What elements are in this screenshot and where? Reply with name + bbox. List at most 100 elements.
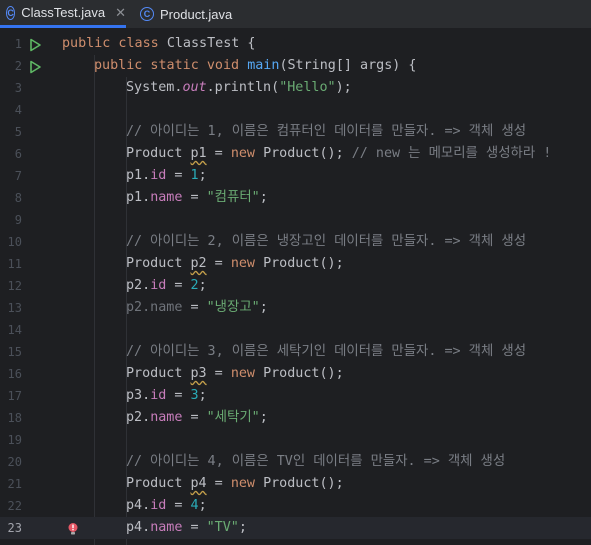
code-line-8[interactable]: 8 p1.name = "컴퓨터"; <box>0 187 591 209</box>
code-token: new <box>230 146 264 161</box>
code-line-22[interactable]: 22 p4.id = 4; <box>0 495 591 517</box>
line-number: 9 <box>14 213 22 227</box>
code-token: = <box>166 498 191 513</box>
code-line-15[interactable]: 15 // 아이디는 3, 이름은 세탁기인 데이터를 만들자. => 객체 생성 <box>0 341 591 363</box>
code-line-20[interactable]: 20 // 아이디는 4, 이름은 TV인 데이터를 만들자. => 객체 생성 <box>0 451 591 473</box>
code-text[interactable]: // 아이디는 3, 이름은 세탁기인 데이터를 만들자. => 객체 생성 <box>126 341 526 363</box>
code-token: // 아이디는 2, 이름은 냉장고인 데이터를 만들자. => 객체 생성 <box>126 234 527 249</box>
code-text[interactable]: p3.id = 3; <box>126 385 207 407</box>
code-line-12[interactable]: 12 p2.id = 2; <box>0 275 591 297</box>
code-token: 1 <box>190 168 199 183</box>
code-line-21[interactable]: 21 Product p4 = new Product(); <box>0 473 591 495</box>
code-line-2[interactable]: 2 public static void main(String[] args) … <box>0 55 591 77</box>
line-number: 17 <box>7 389 22 403</box>
code-text[interactable]: Product p3 = new Product(); <box>126 363 344 385</box>
code-token: name <box>150 520 183 535</box>
code-token: "TV" <box>206 520 239 535</box>
code-token: p3 <box>190 366 207 381</box>
line-number: 12 <box>7 279 22 293</box>
code-editor[interactable]: 1 public class ClassTest { 2 public static … <box>0 33 591 545</box>
code-token: main <box>247 58 280 73</box>
code-token: new <box>230 256 264 271</box>
line-number: 23 <box>7 521 22 535</box>
code-line-3[interactable]: 3 System.out.println("Hello"); <box>0 77 591 99</box>
code-token: id <box>150 278 167 293</box>
code-text[interactable]: p2.id = 2; <box>126 275 207 297</box>
java-class-icon: C <box>140 7 154 21</box>
code-text[interactable]: p1.id = 1; <box>126 165 207 187</box>
code-token: ; <box>198 388 207 403</box>
bulb-error-icon[interactable] <box>66 521 80 535</box>
code-text[interactable]: public class ClassTest { <box>62 33 256 55</box>
code-token: = <box>166 168 191 183</box>
code-text[interactable]: Product p2 = new Product(); <box>126 253 344 275</box>
code-token: ; <box>198 498 207 513</box>
code-text[interactable]: Product p4 = new Product(); <box>126 473 344 495</box>
run-icon[interactable] <box>28 37 42 52</box>
code-token: ; <box>198 278 207 293</box>
code-text[interactable]: p2.name = "세탁기"; <box>126 407 268 429</box>
code-line-19[interactable]: 19 <box>0 429 591 451</box>
code-token: ; <box>198 168 207 183</box>
code-text[interactable]: // 아이디는 2, 이름은 냉장고인 데이터를 만들자. => 객체 생성 <box>126 231 526 253</box>
code-line-23[interactable]: 23 p4.name = "TV"; <box>0 517 591 539</box>
code-text[interactable]: p4.id = 4; <box>126 495 207 517</box>
code-text[interactable]: p1.name = "컴퓨터"; <box>126 187 268 209</box>
code-line-9[interactable]: 9 <box>0 209 591 231</box>
code-line-4[interactable]: 4 <box>0 99 591 121</box>
code-line-6[interactable]: 6 Product p1 = new Product(); // new 는 메모… <box>0 143 591 165</box>
code-token: "세탁기" <box>206 410 260 425</box>
code-token: // 아이디는 4, 이름은 TV인 데이터를 만들자. => 객체 생성 <box>126 454 506 469</box>
code-text[interactable]: // 아이디는 4, 이름은 TV인 데이터를 만들자. => 객체 생성 <box>126 451 505 473</box>
code-token: p1. <box>126 168 151 183</box>
line-number: 4 <box>14 103 22 117</box>
code-line-18[interactable]: 18 p2.name = "세탁기"; <box>0 407 591 429</box>
code-text[interactable]: Product p1 = new Product(); // new 는 메모리… <box>126 143 551 165</box>
code-token: out <box>182 80 207 95</box>
line-number: 11 <box>7 257 22 271</box>
line-number: 3 <box>14 81 22 95</box>
run-icon[interactable] <box>28 59 42 74</box>
code-text[interactable]: System.out.println("Hello"); <box>126 77 352 99</box>
code-line-17[interactable]: 17 p3.id = 3; <box>0 385 591 407</box>
code-token: p2. <box>126 278 151 293</box>
code-line-7[interactable]: 7 p1.id = 1; <box>0 165 591 187</box>
code-token: = <box>206 256 231 271</box>
line-number: 20 <box>7 455 22 469</box>
code-token: id <box>150 168 167 183</box>
line-number: 2 <box>14 59 22 73</box>
code-text[interactable]: public static void main(String[] args) { <box>94 55 417 77</box>
code-token: // 아이디는 1, 이름은 컴퓨터인 데이터를 만들자. => 객체 생성 <box>126 124 527 139</box>
code-line-13[interactable]: 13 p2.name = "냉장고"; <box>0 297 591 319</box>
code-line-10[interactable]: 10 // 아이디는 2, 이름은 냉장고인 데이터를 만들자. => 객체 생성 <box>0 231 591 253</box>
code-token: = <box>166 388 191 403</box>
code-line-16[interactable]: 16 Product p3 = new Product(); <box>0 363 591 385</box>
code-text[interactable]: p2.name = "냉장고"; <box>126 297 268 319</box>
code-text[interactable]: p4.name = "TV"; <box>126 517 247 539</box>
code-line-14[interactable]: 14 <box>0 319 591 341</box>
code-token: // new 는 메모리를 생성하라 ! <box>351 146 552 161</box>
code-line-11[interactable]: 11 Product p2 = new Product(); <box>0 253 591 275</box>
tab-product[interactable]: C Product.java <box>140 0 250 28</box>
code-token: p4 <box>190 476 207 491</box>
tab-classtest[interactable]: C ClassTest.java ✕ <box>0 0 126 28</box>
code-token: Product <box>126 476 191 491</box>
code-token: name <box>150 190 183 205</box>
code-token: (String[] args) { <box>279 58 417 73</box>
code-line-5[interactable]: 5 // 아이디는 1, 이름은 컴퓨터인 데이터를 만들자. => 객체 생성 <box>0 121 591 143</box>
code-token: public static void <box>94 58 248 73</box>
code-line-1[interactable]: 1 public class ClassTest { <box>0 33 591 55</box>
code-token: = <box>166 278 191 293</box>
line-number: 1 <box>14 37 22 51</box>
line-number: 18 <box>7 411 22 425</box>
code-token: = <box>182 300 207 315</box>
code-token: "냉장고" <box>206 300 260 315</box>
code-token: Product(); <box>263 256 344 271</box>
code-token: ; <box>259 190 268 205</box>
close-icon[interactable]: ✕ <box>115 5 126 21</box>
code-token: new <box>230 476 264 491</box>
code-token: ; <box>259 300 268 315</box>
code-token: "컴퓨터" <box>206 190 260 205</box>
code-text[interactable]: // 아이디는 1, 이름은 컴퓨터인 데이터를 만들자. => 객체 생성 <box>126 121 526 143</box>
tab-label: ClassTest.java <box>21 5 106 20</box>
